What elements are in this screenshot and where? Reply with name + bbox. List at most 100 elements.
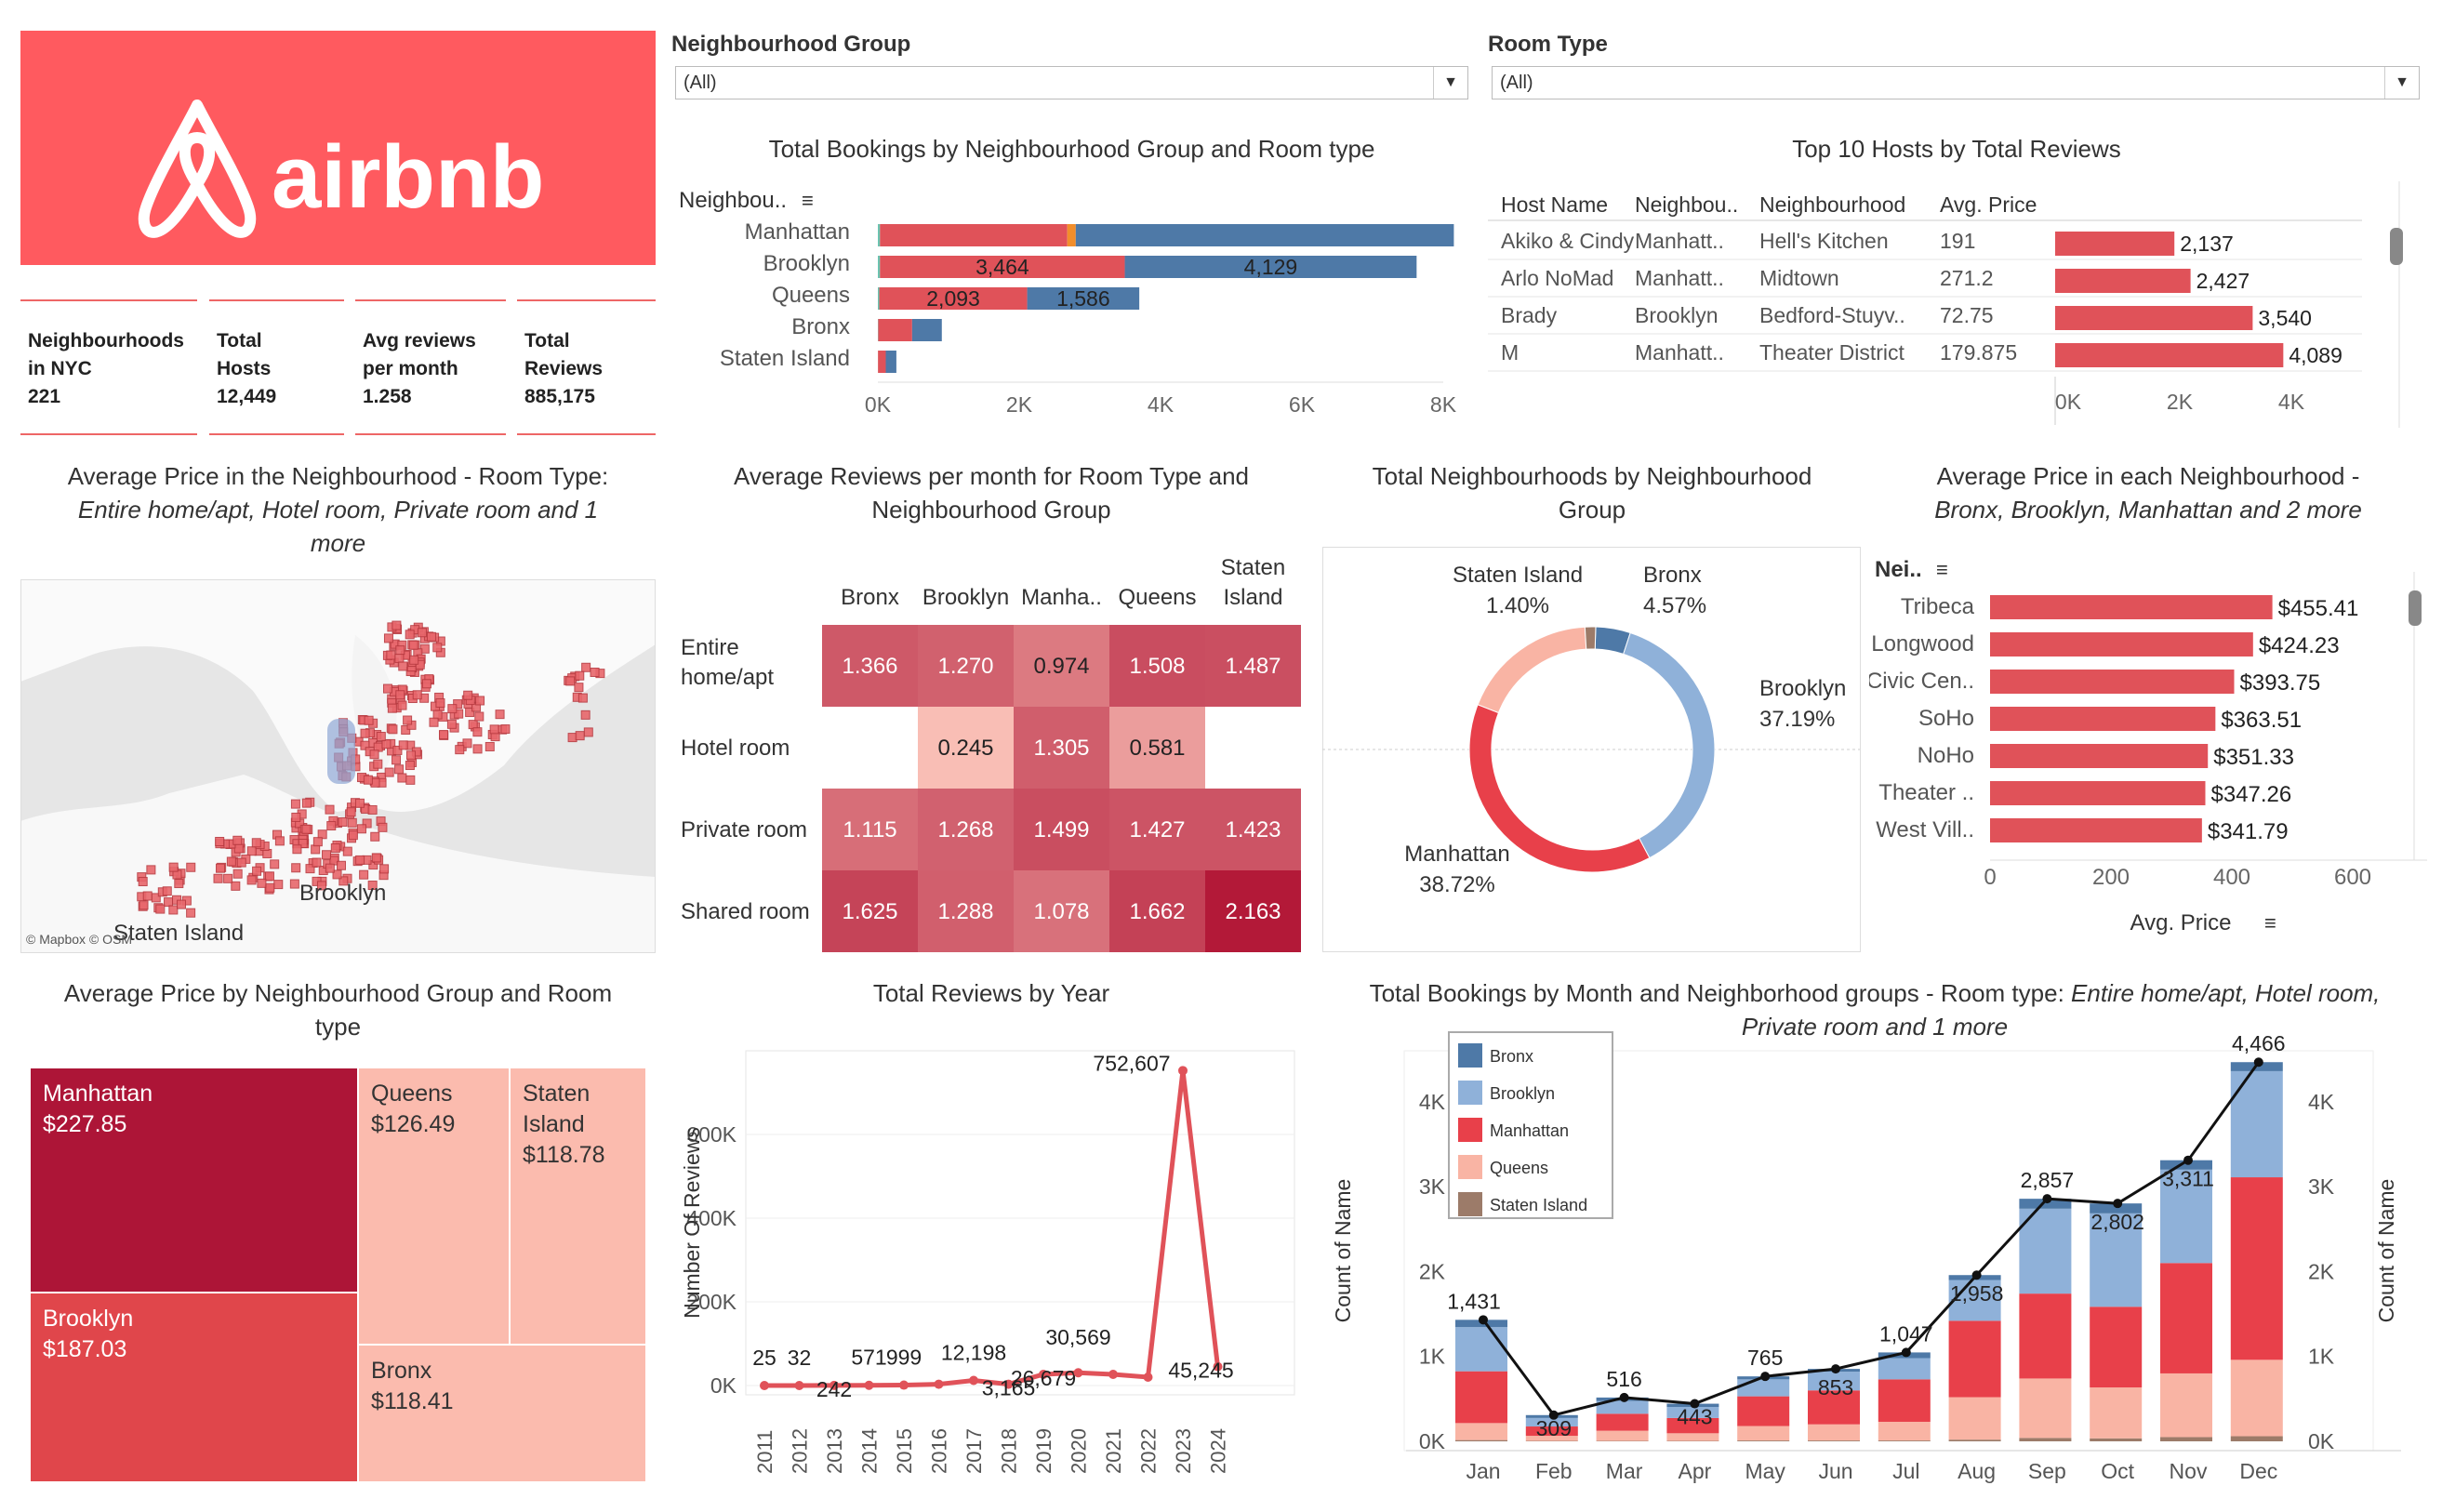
map-marker <box>311 844 321 855</box>
bar-manhattan <box>1455 1371 1507 1424</box>
x-tick-label: 2K <box>2167 390 2194 414</box>
column-header: Avg. Price <box>1940 192 2037 217</box>
y-tick-label-right: 1K <box>2308 1345 2335 1369</box>
map-marker <box>463 690 473 700</box>
heat-value: 1.662 <box>1129 899 1185 924</box>
map-marker <box>346 807 356 817</box>
x-tick-label: Nov <box>2170 1459 2208 1483</box>
map-marker <box>580 710 591 720</box>
x-tick-label: 400 <box>2213 865 2250 890</box>
x-tick-label: May <box>1745 1459 1785 1483</box>
map-marker <box>139 900 149 910</box>
price-map[interactable]: Brooklyn Staten Island© Mapbox © OSM <box>20 579 656 953</box>
x-tick-label: 200 <box>2092 865 2130 890</box>
treemap-label: Staten <box>523 1081 590 1107</box>
total-point <box>1901 1347 1911 1358</box>
map-marker <box>369 749 379 760</box>
kpi-value: 221 <box>28 386 61 407</box>
total-label: 2,802 <box>2090 1210 2144 1234</box>
map-marker <box>215 836 225 846</box>
kpi-card: Avg reviews per month 1.258 <box>355 299 506 435</box>
map-marker <box>370 831 380 842</box>
map-marker <box>252 866 262 876</box>
data-label: 4,129 <box>1244 255 1298 279</box>
total-label: 1,431 <box>1447 1289 1501 1313</box>
map-marker <box>363 775 373 785</box>
data-label: 999 <box>886 1346 922 1370</box>
treemap-label: Island <box>523 1111 585 1137</box>
x-tick-label: 2019 <box>1032 1428 1055 1474</box>
bar-manhattan <box>2090 1306 2143 1388</box>
data-label: $363.51 <box>2221 708 2302 733</box>
map-marker <box>439 730 449 740</box>
category-label: Queens <box>772 283 850 308</box>
review-bar <box>2055 306 2253 330</box>
map-marker <box>409 655 419 665</box>
x-tick-label: 2011 <box>753 1430 776 1474</box>
bar-shared <box>878 224 881 246</box>
total-label: 309 <box>1536 1416 1572 1440</box>
map-marker <box>421 679 431 689</box>
bar-queens <box>1948 1397 2001 1440</box>
reviews-year-chart: 0K200K400K600KNumber Of Reviews25 3224257… <box>680 1050 1295 1474</box>
heat-value: 1.508 <box>1129 654 1185 679</box>
host-group: Brooklyn <box>1635 303 1718 327</box>
donut-slice <box>1477 626 1587 714</box>
legend-label: Brooklyn <box>1490 1084 1555 1103</box>
bar-queens <box>1737 1426 1790 1441</box>
map-marker <box>577 693 588 703</box>
reviews-heatmap: Bronx Brooklyn Manha.. Queens Staten Island En… <box>681 555 1301 952</box>
map-marker <box>395 690 405 700</box>
chevron-down-icon[interactable]: ▼ <box>1433 67 1467 99</box>
slice-label: Brooklyn <box>1759 676 1846 701</box>
bar-brooklyn <box>2230 1070 2283 1178</box>
bar-queens <box>2090 1387 2143 1439</box>
map-marker <box>384 767 394 777</box>
heat-value: 1.288 <box>937 899 993 924</box>
map-marker <box>186 862 196 872</box>
chevron-down-icon[interactable]: ▼ <box>2384 67 2419 99</box>
column-header: Host Name <box>1501 192 1608 217</box>
data-point <box>1178 1066 1188 1076</box>
x-tick-label: Apr <box>1679 1459 1712 1483</box>
review-bar <box>2055 232 2175 256</box>
heatmap-title: Average Reviews per month for Room Type … <box>734 462 1249 524</box>
x-tick-label: 0K <box>2055 390 2082 414</box>
total-label: 2,857 <box>2021 1168 2075 1192</box>
legend-swatch <box>1458 1043 1482 1068</box>
map-marker <box>408 640 418 650</box>
map-marker <box>223 873 233 883</box>
neighbourhood-group-dropdown[interactable]: (All) ▼ <box>675 66 1468 99</box>
map-marker <box>155 904 166 914</box>
map-marker <box>270 859 280 869</box>
column-header: Manha.. <box>1021 585 1102 610</box>
review-label: 3,540 <box>2258 306 2312 330</box>
map-marker <box>392 620 402 630</box>
map-marker <box>142 891 153 901</box>
x-tick-label: 2020 <box>1068 1428 1091 1474</box>
bar-queens <box>1878 1422 1931 1441</box>
bar-staten-island <box>1455 1439 1507 1441</box>
treemap-label: Bronx <box>371 1358 432 1384</box>
total-point <box>2113 1199 2123 1209</box>
x-tick-label: 2K <box>1006 392 1033 417</box>
legend-label: Bronx <box>1490 1047 1533 1066</box>
kpi-label: in NYC <box>28 358 92 379</box>
scrollbar-thumb <box>2409 590 2422 626</box>
treemap-label: $118.41 <box>371 1388 454 1414</box>
heat-value: 1.427 <box>1129 817 1185 842</box>
slice-label: 38.72% <box>1419 872 1494 897</box>
map-marker <box>236 857 246 868</box>
map-marker <box>342 846 352 856</box>
data-label: 25 <box>752 1346 776 1370</box>
host-neighbourhood: Theater District <box>1759 340 1905 365</box>
room-type-dropdown[interactable]: (All) ▼ <box>1492 66 2420 99</box>
total-point <box>1479 1315 1488 1325</box>
map-marker <box>392 755 402 765</box>
x-tick-label: 8K <box>1430 392 1457 417</box>
map-marker <box>174 879 184 889</box>
map-marker <box>373 759 383 769</box>
data-label: 242 <box>816 1377 852 1401</box>
map-marker <box>405 630 415 640</box>
bar-manhattan <box>1737 1396 1790 1426</box>
